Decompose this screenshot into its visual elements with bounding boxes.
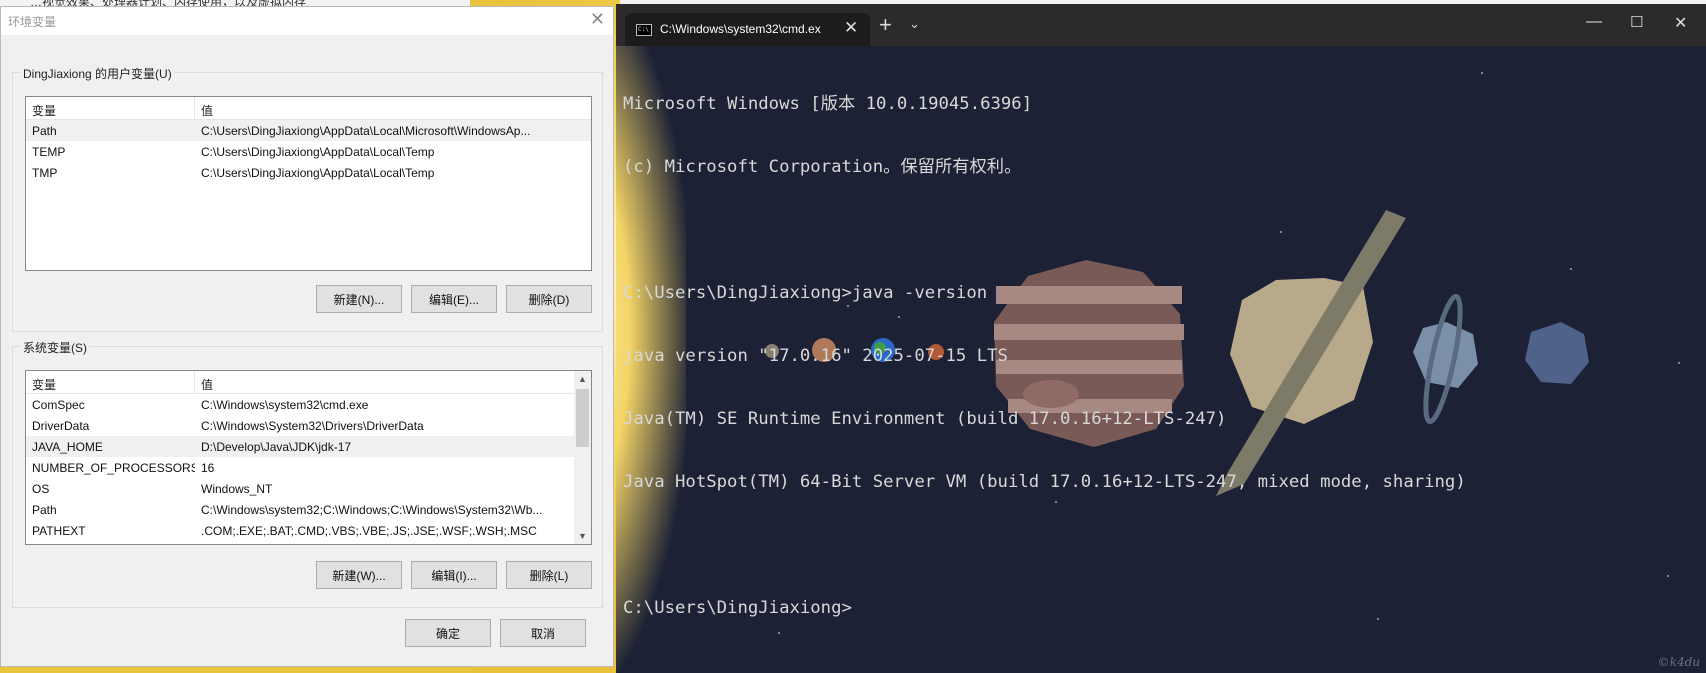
user-delete-button[interactable]: 删除(D)	[506, 285, 592, 313]
system-delete-button[interactable]: 删除(L)	[506, 561, 592, 589]
table-row[interactable]: TEMP C:\Users\DingJiaxiong\AppData\Local…	[26, 141, 591, 162]
variable-value: C:\Users\DingJiaxiong\AppData\Local\Temp	[201, 165, 435, 180]
column-header-value[interactable]: 值	[195, 97, 591, 119]
cmd-icon: C:\	[636, 24, 652, 36]
variable-name: NUMBER_OF_PROCESSORS	[32, 460, 195, 475]
terminal-line: Java HotSpot(TM) 64-Bit Server VM (build…	[623, 472, 1466, 492]
variable-value: C:\Users\DingJiaxiong\AppData\Local\Micr…	[201, 123, 531, 138]
vertical-scrollbar[interactable]: ▲ ▼	[574, 371, 591, 544]
new-tab-icon[interactable]: +	[879, 12, 892, 38]
user-variables-group: DingJiaxiong 的用户变量(U) 变量 值 Path C:\Users…	[12, 65, 603, 332]
column-header-value[interactable]: 值	[195, 371, 574, 393]
table-row[interactable]: Path C:\Windows\system32;C:\Windows;C:\W…	[26, 499, 574, 520]
user-variables-label: DingJiaxiong 的用户变量(U)	[21, 65, 174, 82]
close-icon[interactable]: ✕	[590, 9, 605, 30]
column-header-name[interactable]: 变量	[26, 371, 195, 393]
cancel-button[interactable]: 取消	[500, 619, 586, 647]
environment-variables-dialog: 环境变量 ✕ DingJiaxiong 的用户变量(U) 变量 值 Path C…	[0, 6, 614, 667]
variable-value: C:\Windows\system32\cmd.exe	[201, 397, 369, 412]
table-row[interactable]: OS Windows_NT	[26, 478, 574, 499]
variable-name: PATHEXT	[32, 523, 86, 538]
user-variables-list[interactable]: 变量 值 Path C:\Users\DingJiaxiong\AppData\…	[25, 96, 592, 271]
list-header: 变量 值	[26, 371, 574, 394]
user-edit-button[interactable]: 编辑(E)...	[411, 285, 497, 313]
variable-value: D:\Develop\Java\JDK\jdk-17	[201, 439, 352, 454]
variable-name: ComSpec	[32, 397, 85, 412]
variable-name: OS	[32, 481, 50, 496]
table-row[interactable]: ComSpec C:\Windows\system32\cmd.exe	[26, 394, 574, 415]
minimize-icon[interactable]: —	[1586, 13, 1602, 31]
scroll-down-icon[interactable]: ▼	[578, 531, 587, 541]
table-row[interactable]: NUMBER_OF_PROCESSORS 16	[26, 457, 574, 478]
variable-value: C:\Windows\system32;C:\Windows;C:\Window…	[201, 502, 543, 517]
variable-name: Path	[32, 123, 57, 138]
system-new-button[interactable]: 新建(W)...	[316, 561, 402, 589]
ok-button[interactable]: 确定	[405, 619, 491, 647]
system-edit-button[interactable]: 编辑(I)...	[411, 561, 497, 589]
variable-value: .COM;.EXE;.BAT;.CMD;.VBS;.VBE;.JS;.JSE;.…	[201, 523, 537, 538]
terminal-titlebar[interactable]: C:\ C:\Windows\system32\cmd.ex ✕ + ⌄ — ☐…	[616, 4, 1706, 46]
terminal-line: C:\Users\DingJiaxiong>java -version	[623, 283, 988, 303]
terminal-output[interactable]: Microsoft Windows [版本 10.0.19045.6396] (…	[623, 52, 1466, 661]
table-row[interactable]: Path C:\Users\DingJiaxiong\AppData\Local…	[26, 120, 591, 141]
maximize-icon[interactable]: ☐	[1630, 13, 1643, 31]
neptune-planet	[1525, 322, 1589, 384]
system-variables-list[interactable]: 变量 值 ComSpec C:\Windows\system32\cmd.exe…	[25, 370, 592, 545]
column-header-name[interactable]: 变量	[26, 97, 195, 119]
dialog-title: 环境变量	[8, 15, 57, 29]
tab-title: C:\Windows\system32\cmd.ex	[660, 22, 821, 36]
variable-value: C:\Users\DingJiaxiong\AppData\Local\Temp	[201, 144, 435, 159]
table-row[interactable]: TMP C:\Users\DingJiaxiong\AppData\Local\…	[26, 162, 591, 183]
wallpaper-credit: ©k4du	[1657, 655, 1700, 669]
terminal-line: (c) Microsoft Corporation。保留所有权利。	[623, 157, 1022, 177]
variable-name: TMP	[32, 165, 58, 180]
terminal-prompt: C:\Users\DingJiaxiong>	[623, 598, 852, 618]
terminal-tab[interactable]: C:\ C:\Windows\system32\cmd.ex ✕	[625, 13, 870, 46]
chevron-down-icon[interactable]: ⌄	[909, 16, 920, 32]
close-tab-icon[interactable]: ✕	[844, 18, 858, 38]
dialog-titlebar[interactable]: 环境变量 ✕	[1, 7, 613, 35]
system-variables-label: 系统变量(S)	[21, 339, 89, 356]
variable-name: JAVA_HOME	[32, 439, 103, 454]
list-header: 变量 值	[26, 97, 591, 120]
scrollbar-thumb[interactable]	[576, 389, 589, 447]
scroll-up-icon[interactable]: ▲	[578, 374, 587, 384]
user-new-button[interactable]: 新建(N)...	[316, 285, 402, 313]
terminal-window: C:\ C:\Windows\system32\cmd.ex ✕ + ⌄ — ☐…	[616, 4, 1706, 673]
terminal-line: java version "17.0.16" 2025-07-15 LTS	[623, 346, 1008, 366]
table-row[interactable]: JAVA_HOME D:\Develop\Java\JDK\jdk-17	[26, 436, 574, 457]
variable-name: DriverData	[32, 418, 90, 433]
table-row[interactable]: PATHEXT .COM;.EXE;.BAT;.CMD;.VBS;.VBE;.J…	[26, 520, 574, 541]
variable-name: Path	[32, 502, 57, 517]
close-window-icon[interactable]: ✕	[1674, 13, 1687, 33]
terminal-line: Java(TM) SE Runtime Environment (build 1…	[623, 409, 1227, 429]
table-row[interactable]: DriverData C:\Windows\System32\Drivers\D…	[26, 415, 574, 436]
variable-name: TEMP	[32, 144, 66, 159]
system-variables-group: 系统变量(S) 变量 值 ComSpec C:\Windows\system32…	[12, 339, 603, 608]
variable-value: Windows_NT	[201, 481, 273, 496]
variable-value: C:\Windows\System32\Drivers\DriverData	[201, 418, 424, 433]
terminal-line: Microsoft Windows [版本 10.0.19045.6396]	[623, 94, 1033, 114]
variable-value: 16	[201, 460, 215, 475]
